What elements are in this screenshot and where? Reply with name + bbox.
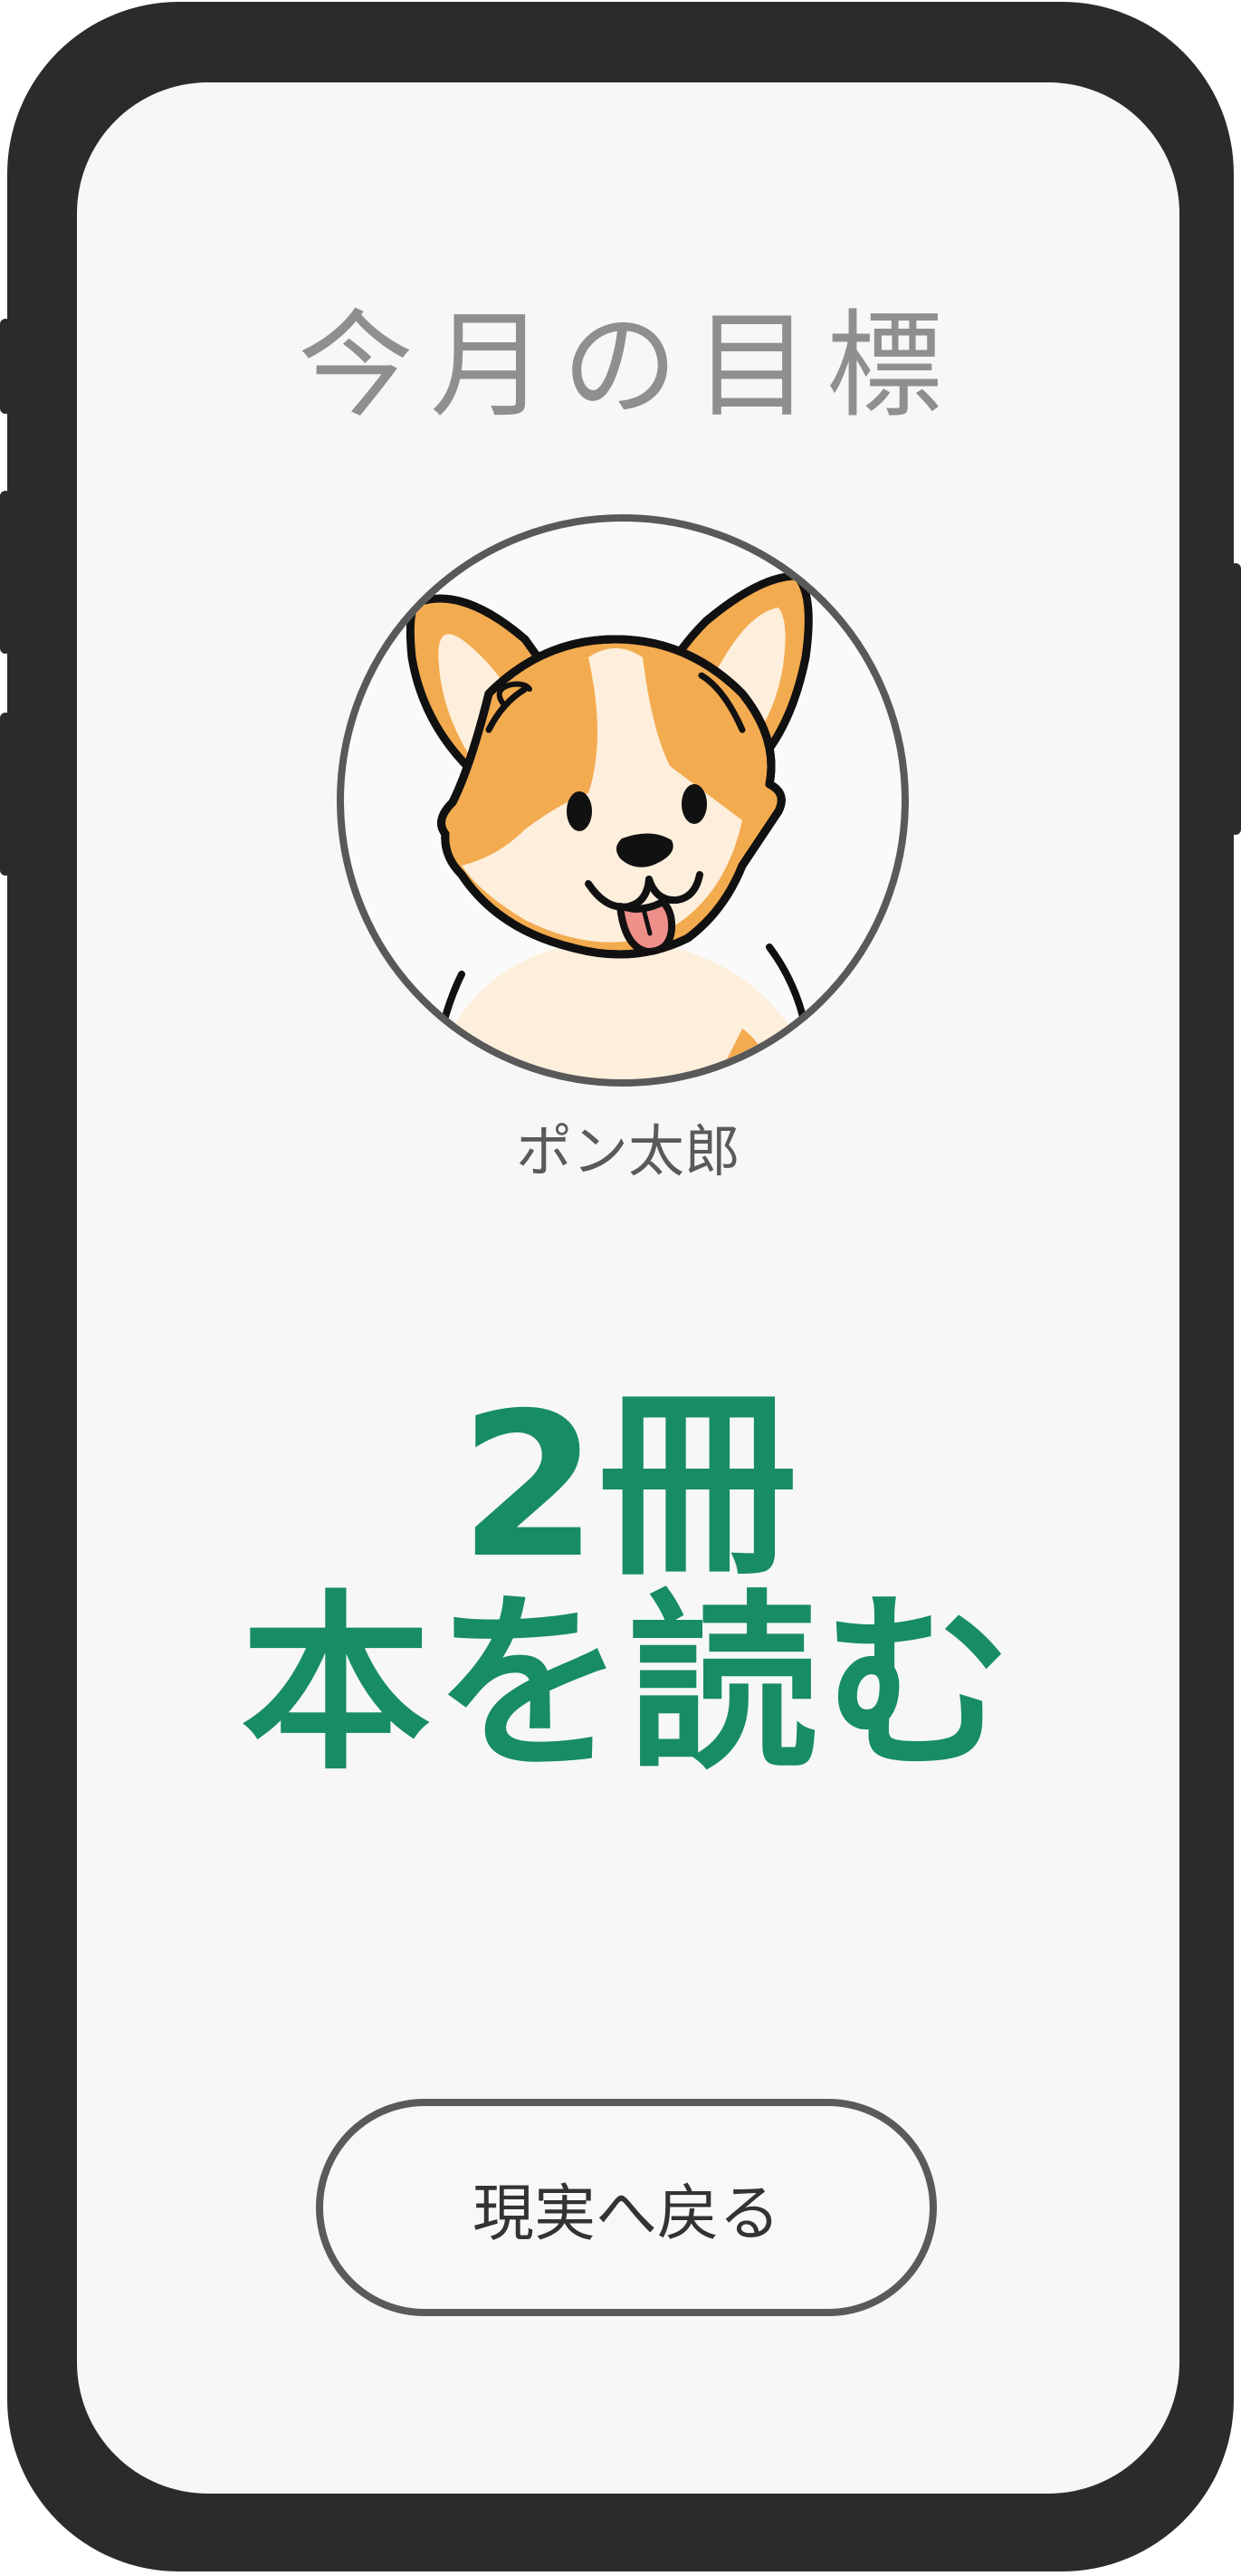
side-button-right [1230,563,1241,835]
return-button-label: 現実へ戻る [472,2178,780,2250]
side-button-left-2 [0,491,11,654]
goal-count: 2冊 [459,1370,797,1602]
side-button-left-3 [0,713,11,876]
page-title: 今月の目標 [297,299,959,434]
corgi-illustration [406,571,813,1079]
goal-action: 本を読む [240,1574,1016,1796]
pet-avatar [337,514,909,1087]
side-button-left-1 [0,319,11,414]
return-button[interactable]: 現実へ戻る [316,2099,937,2316]
app-screen: 今月の目標 ポン太郎 2冊 本を読む 現実へ戻る [77,82,1179,2494]
phone-frame: 今月の目標 ポン太郎 2冊 本を読む 現実へ戻る [0,2,1241,2571]
pet-name: ポン太郎 [515,1118,740,1184]
